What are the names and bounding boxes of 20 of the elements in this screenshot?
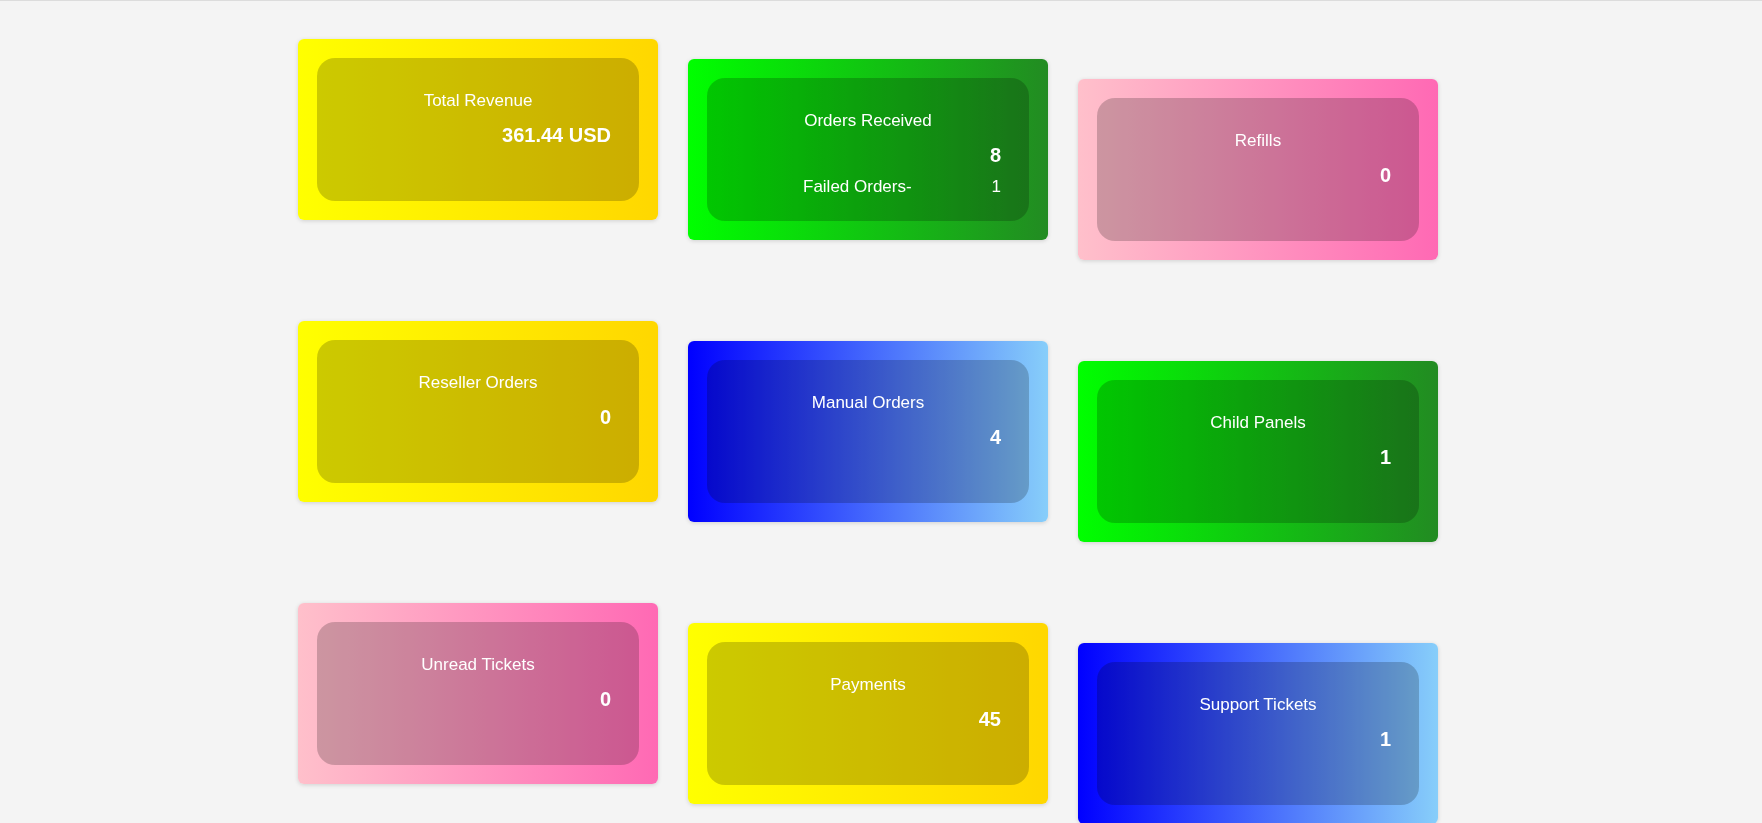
card-value: 1 — [1379, 726, 1391, 752]
card-title: Manual Orders — [811, 392, 925, 414]
card-title: Support Tickets — [1199, 694, 1317, 716]
card-title: Orders Received — [804, 110, 932, 132]
sub-value: 1 — [991, 175, 1001, 198]
card-value: 0 — [599, 404, 611, 430]
card-value: 0 — [1379, 162, 1391, 188]
card-value: 45 — [978, 706, 1001, 732]
sub-label: Failed Orders- — [803, 175, 912, 198]
card-value: 361.44 USD — [502, 122, 611, 148]
card-title: Refills — [1234, 130, 1282, 152]
card-value: 4 — [989, 424, 1001, 450]
card-value: 8 — [989, 142, 1001, 168]
card-title: Payments — [830, 674, 906, 696]
card-title: Child Panels — [1210, 412, 1306, 434]
card-title: Reseller Orders — [418, 372, 538, 394]
card-value: 1 — [1379, 444, 1391, 470]
card-value: 0 — [599, 686, 611, 712]
card-title: Unread Tickets — [421, 654, 535, 676]
card-title: Total Revenue — [423, 90, 533, 112]
